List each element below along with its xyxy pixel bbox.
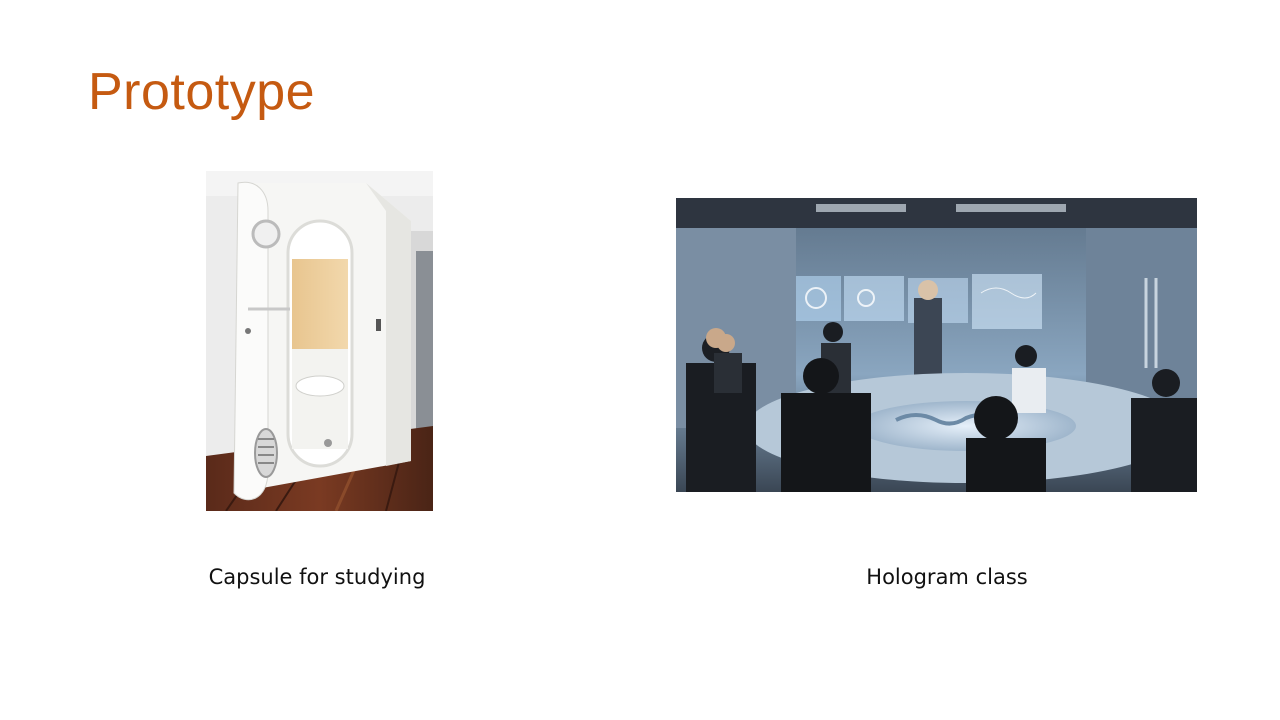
slide-title: Prototype [88, 63, 316, 121]
hologram-caption: Hologram class [866, 565, 1028, 589]
slide: Prototype Capsule for studying Hologram … [0, 0, 1280, 720]
capsule-caption: Capsule for studying [208, 565, 426, 589]
hologram-classroom-photo [676, 198, 1197, 492]
study-capsule-photo [206, 171, 433, 511]
